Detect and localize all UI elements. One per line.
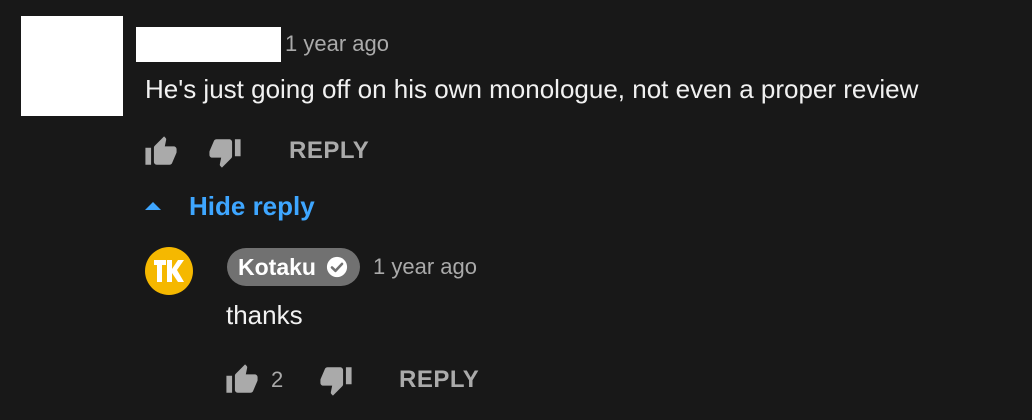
hide-replies-button[interactable]: Hide reply [143,188,315,224]
caret-up-icon [145,202,161,210]
reply-like-button[interactable] [224,362,260,398]
hide-replies-label: Hide reply [189,190,315,221]
author-badge[interactable]: Kotaku [227,248,360,286]
reply-dislike-button[interactable] [318,362,354,398]
avatar[interactable] [21,16,123,116]
thumb-down-icon [209,139,241,168]
thumb-up-icon [226,364,258,393]
reply-text: thanks [226,300,303,330]
thumb-up-icon [145,136,177,165]
comment-thread: 1 year ago He's just going off on his ow… [0,0,1032,420]
reply-button[interactable]: REPLY [289,137,369,165]
author-name-redacted[interactable] [136,27,281,62]
dislike-button[interactable] [207,134,243,170]
verified-check-icon [326,256,348,278]
reply-reply-button[interactable]: REPLY [399,366,479,394]
like-button[interactable] [143,134,179,170]
kotaku-avatar[interactable] [145,247,193,295]
comment-timestamp[interactable]: 1 year ago [285,31,389,57]
like-count: 2 [271,367,284,392]
reply-timestamp[interactable]: 1 year ago [373,254,477,280]
author-name: Kotaku [238,253,316,280]
comment-text: He's just going off on his own monologue… [145,74,919,104]
thumb-down-icon [320,367,352,396]
kotaku-logo-icon [154,260,184,282]
